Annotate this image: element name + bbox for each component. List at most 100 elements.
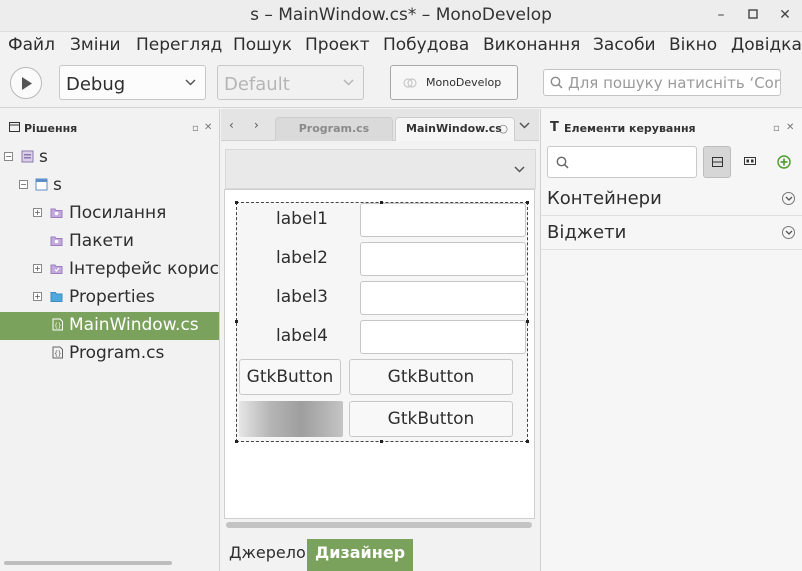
monodevelop-logo-icon [403,78,417,88]
entry2-widget[interactable] [360,242,526,276]
play-icon [22,77,32,90]
editor-area: ‹ › Program.cs MainWindow.cs ○ label1 la… [221,109,539,571]
modified-dot-icon[interactable]: ○ [498,122,508,135]
chevron-down-icon [185,79,196,86]
menu-run[interactable]: Виконання [483,35,580,55]
menu-view[interactable]: Перегляд [136,35,222,55]
tab-mainwindow[interactable]: MainWindow.cs ○ [395,117,515,141]
tree-item-label: Інтерфейс користувача [69,259,219,279]
section-label: Контейнери [547,188,662,209]
tree-item-mainwindow[interactable]: {} MainWindow.cs [0,312,219,340]
tree-item-solution[interactable]: − s [0,144,219,172]
collapse-icon[interactable]: − [19,180,28,189]
expand-icon[interactable]: + [33,208,42,217]
label1-widget[interactable]: label1 [247,203,357,237]
run-button[interactable] [10,67,42,99]
resize-handle[interactable] [380,201,383,204]
gtkbutton-left[interactable]: GtkButton [239,359,341,395]
menu-help[interactable]: Довідка [731,35,802,55]
collapse-icon[interactable]: − [4,152,13,161]
tab-designer[interactable]: Дизайнер [307,539,414,571]
image-widget[interactable] [239,401,343,437]
menu-window[interactable]: Вікно [669,35,717,55]
gtkbutton-right-2[interactable]: GtkButton [349,401,513,437]
chevron-left-icon[interactable]: ‹ [229,118,234,132]
maximize-icon[interactable] [742,4,764,26]
toolbox-panel-title: Елементи керування [564,122,696,135]
resize-handle[interactable] [526,201,529,204]
horizontal-scrollbar[interactable] [226,522,532,528]
toolbox-panel-header: T Елементи керування ▫ ✕ [541,109,802,135]
list-view-icon [712,157,723,167]
tree-item-references[interactable]: + Посилання [0,200,219,228]
compact-view-button[interactable] [736,146,764,178]
tab-source[interactable]: Джерело [221,539,314,571]
chevron-down-icon[interactable] [519,122,530,129]
designer-canvas[interactable]: label1 label2 label3 label4 GtkButton Gt… [224,189,535,519]
title-bar: s – MainWindow.cs* – MonoDevelop – ✕ [0,0,802,32]
resize-handle[interactable] [235,440,238,443]
menu-tools[interactable]: Засоби [593,35,656,55]
menu-search[interactable]: Пошук [233,35,292,55]
label2-widget[interactable]: label2 [247,242,357,276]
tree-item-label: Посилання [69,203,167,223]
entry1-widget[interactable] [360,203,526,237]
toolbox-search-input[interactable] [547,146,697,178]
horizontal-scrollbar[interactable] [4,561,172,565]
status-label: MonoDevelop [426,76,502,89]
chevron-down-icon[interactable] [514,166,525,173]
pad-minimize-icon[interactable]: ▫ [773,123,780,134]
chevron-down-icon [782,192,795,205]
menu-edit[interactable]: Зміни [70,35,121,55]
menu-file[interactable]: Файл [8,35,55,55]
chevron-right-icon[interactable]: › [254,118,259,132]
label4-widget[interactable]: label4 [247,320,357,354]
svg-text:{}: {} [54,351,61,358]
gtkbutton-right-1[interactable]: GtkButton [349,359,513,395]
search-placeholder: Для пошуку натисніть ‘Control+,’ [568,74,780,92]
pad-close-icon[interactable]: ✕ [204,122,212,133]
platform-select[interactable]: Default [217,65,364,100]
platform-value: Default [224,74,290,95]
menu-project[interactable]: Проект [305,35,370,55]
solution-panel-header: Рішення ▫ ✕ [0,109,219,135]
label3-widget[interactable]: label3 [247,281,357,315]
section-widgets[interactable]: Віджети [541,216,802,250]
chevron-down-icon [782,226,795,239]
resize-handle[interactable] [526,320,529,323]
add-item-button[interactable] [770,146,798,178]
solution-panel: Рішення ▫ ✕ − s − s + Посилання Пакети +… [0,109,220,571]
menu-bar: Файл Зміни Перегляд Пошук Проект Побудов… [0,32,802,60]
tree-item-packages[interactable]: Пакети [0,228,219,256]
tree-item-project[interactable]: − s [0,172,219,200]
pad-minimize-icon[interactable]: ▫ [192,123,199,134]
tab-program[interactable]: Program.cs [275,117,393,141]
tree-item-program[interactable]: {} Program.cs [0,340,219,368]
close-icon[interactable]: ✕ [774,4,796,26]
tree-item-ui[interactable]: + Інтерфейс користувача [0,256,219,284]
list-view-button[interactable] [703,146,731,178]
toolbox-panel: T Елементи керування ▫ ✕ Контейнери Відж… [540,109,802,571]
resize-handle[interactable] [235,201,238,204]
designer-toolbar [225,149,536,189]
packages-folder-icon [50,236,63,246]
folder-icon [50,292,63,302]
resize-handle[interactable] [235,320,238,323]
global-search-input[interactable]: Для пошуку натисніть ‘Control+,’ [543,69,781,96]
resize-handle[interactable] [380,440,383,443]
search-icon [556,156,569,169]
pad-close-icon[interactable]: ✕ [786,122,794,133]
entry4-widget[interactable] [360,320,526,354]
menu-build[interactable]: Побудова [383,35,469,55]
section-containers[interactable]: Контейнери [541,182,802,216]
entry3-widget[interactable] [360,281,526,315]
resize-handle[interactable] [526,440,529,443]
gtk-window-preview[interactable]: label1 label2 label3 label4 GtkButton Gt… [235,201,529,443]
expand-icon[interactable]: + [33,292,42,301]
project-icon [35,178,48,191]
minimize-icon[interactable]: – [710,4,732,26]
tree-item-properties[interactable]: + Properties [0,284,219,312]
expand-icon[interactable]: + [33,264,42,273]
configuration-select[interactable]: Debug [59,65,206,100]
add-icon [777,155,791,169]
